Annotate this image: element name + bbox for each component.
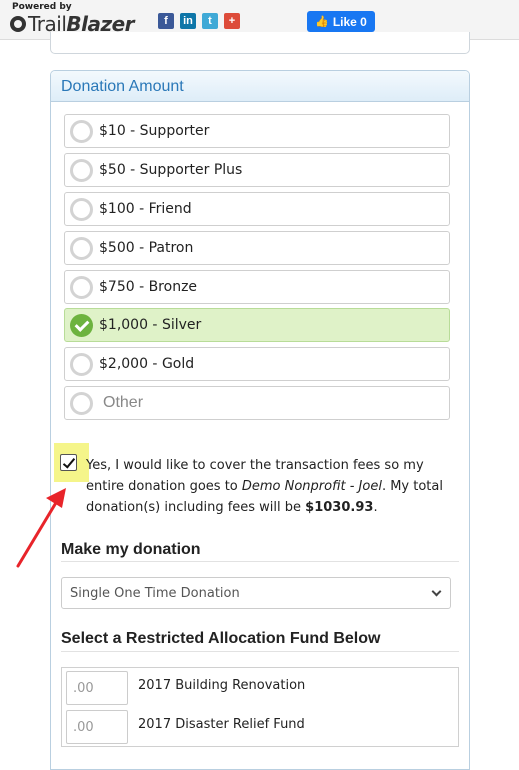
section-divider (61, 561, 459, 562)
twitter-icon[interactable]: t (202, 13, 218, 29)
trailblazer-logo[interactable]: Powered by TrailBlazer (10, 2, 135, 36)
option-label: $750 - Bronze (99, 279, 198, 295)
donation-frequency-select[interactable]: Single One Time Donation (61, 577, 451, 609)
select-value: Single One Time Donation (70, 586, 240, 601)
cover-fees-text: Yes, I would like to cover the transacti… (86, 458, 443, 515)
radio-icon[interactable] (70, 159, 93, 182)
fund-label: 2017 Disaster Relief Fund (138, 717, 305, 732)
option-label: $1,000 - Silver (99, 317, 202, 333)
previous-section-panel (50, 32, 470, 54)
option-label: $2,000 - Gold (99, 356, 195, 372)
cover-fees-checkbox[interactable] (60, 454, 77, 471)
thumbs-up-icon: 👍 (315, 16, 329, 28)
panel-title: Donation Amount (61, 78, 184, 95)
fund-label: 2017 Building Renovation (138, 678, 306, 693)
like-label: Like 0 (332, 14, 367, 29)
donation-option-500[interactable]: $500 - Patron (64, 231, 450, 265)
donation-option-1000[interactable]: $1,000 - Silver (64, 308, 450, 342)
radio-icon[interactable] (70, 392, 93, 415)
donation-option-100[interactable]: $100 - Friend (64, 192, 450, 226)
facebook-like-button[interactable]: 👍 Like 0 (307, 11, 375, 32)
radio-icon[interactable] (70, 237, 93, 260)
chevron-down-icon (431, 586, 442, 597)
fee-total: $1030.93 (305, 500, 374, 515)
linkedin-icon[interactable]: in (180, 13, 196, 29)
donation-option-other[interactable]: Other (64, 386, 450, 420)
powered-by-text: Powered by (12, 2, 72, 12)
donation-option-10[interactable]: $10 - Supporter (64, 114, 450, 148)
make-donation-title: Make my donation (61, 541, 201, 558)
check-circle-icon[interactable] (70, 314, 93, 337)
google-plus-icon[interactable]: + (224, 13, 240, 29)
donation-option-2000[interactable]: $2,000 - Gold (64, 347, 450, 381)
fund-amount-input[interactable]: .00 (66, 671, 128, 705)
facebook-icon[interactable]: f (158, 13, 174, 29)
other-amount-input[interactable]: Other (103, 394, 143, 412)
option-label: $500 - Patron (99, 240, 194, 256)
donation-option-750[interactable]: $750 - Bronze (64, 270, 450, 304)
panel-header: Donation Amount (51, 71, 469, 102)
allocation-fund-title: Select a Restricted Allocation Fund Belo… (61, 630, 381, 647)
radio-icon[interactable] (70, 353, 93, 376)
radio-icon[interactable] (70, 198, 93, 221)
fund-amount-input[interactable]: .00 (66, 710, 128, 744)
option-label: $10 - Supporter (99, 123, 210, 139)
trailblazer-mark-icon (10, 16, 26, 32)
radio-icon[interactable] (70, 276, 93, 299)
radio-icon[interactable] (70, 120, 93, 143)
option-label: $100 - Friend (99, 201, 192, 217)
donation-option-50[interactable]: $50 - Supporter Plus (64, 153, 450, 187)
org-name: Demo Nonprofit - Joel (241, 479, 382, 494)
option-label: $50 - Supporter Plus (99, 162, 243, 178)
section-divider (61, 651, 459, 652)
